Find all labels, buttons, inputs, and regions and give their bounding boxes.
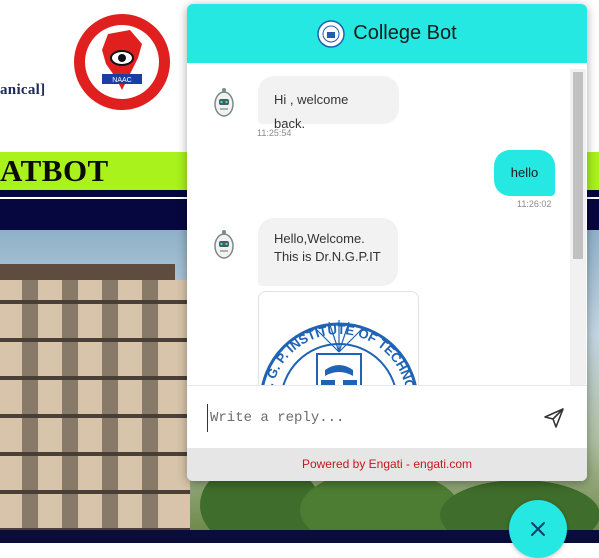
send-icon[interactable] [542,406,566,430]
close-icon [531,522,545,536]
chat-header: College Bot [187,4,587,63]
scrollbar-thumb[interactable] [573,72,583,259]
chat-title: College Bot [353,22,457,44]
building [0,264,190,530]
message-time: 11:26:02 [517,199,552,209]
user-message-text: hello [510,165,539,180]
bot-message-line: This is Dr.N.G.P.IT [274,249,381,264]
reply-input[interactable] [207,404,532,432]
site-title: ATBOT [0,153,109,188]
naac-logo: NAAC [74,14,170,110]
bot-message: Hi , welcome back. [258,76,399,131]
bot-message-text: Hi , welcome back. [274,92,349,131]
college-emblem: N. G. P. INSTITUTE OF TECHNOLOGY [259,292,418,385]
chat-widget: College Bot Hi , welcome back. 11:25:54 … [187,4,587,481]
composer [187,385,587,449]
powered-by-link[interactable]: Powered by Engati - engati.com [187,448,587,481]
bot-message-line: Hello,Welcome. [274,231,365,246]
message-list[interactable]: Hi , welcome back. 11:25:54 hello 11:26:… [187,63,587,385]
bot-message: Hello,Welcome. This is Dr.N.G.P.IT [258,218,398,286]
college-logo-icon [317,19,346,48]
close-chat-button[interactable] [509,500,567,558]
message-time: 11:25:54 [257,128,292,138]
naac-label: NAAC [112,77,131,84]
robot-icon [214,88,234,117]
robot-icon [214,230,234,259]
college-emblem-image[interactable]: N. G. P. INSTITUTE OF TECHNOLOGY [258,291,419,385]
user-message: hello [494,150,555,196]
department-text: anical] [0,82,46,98]
